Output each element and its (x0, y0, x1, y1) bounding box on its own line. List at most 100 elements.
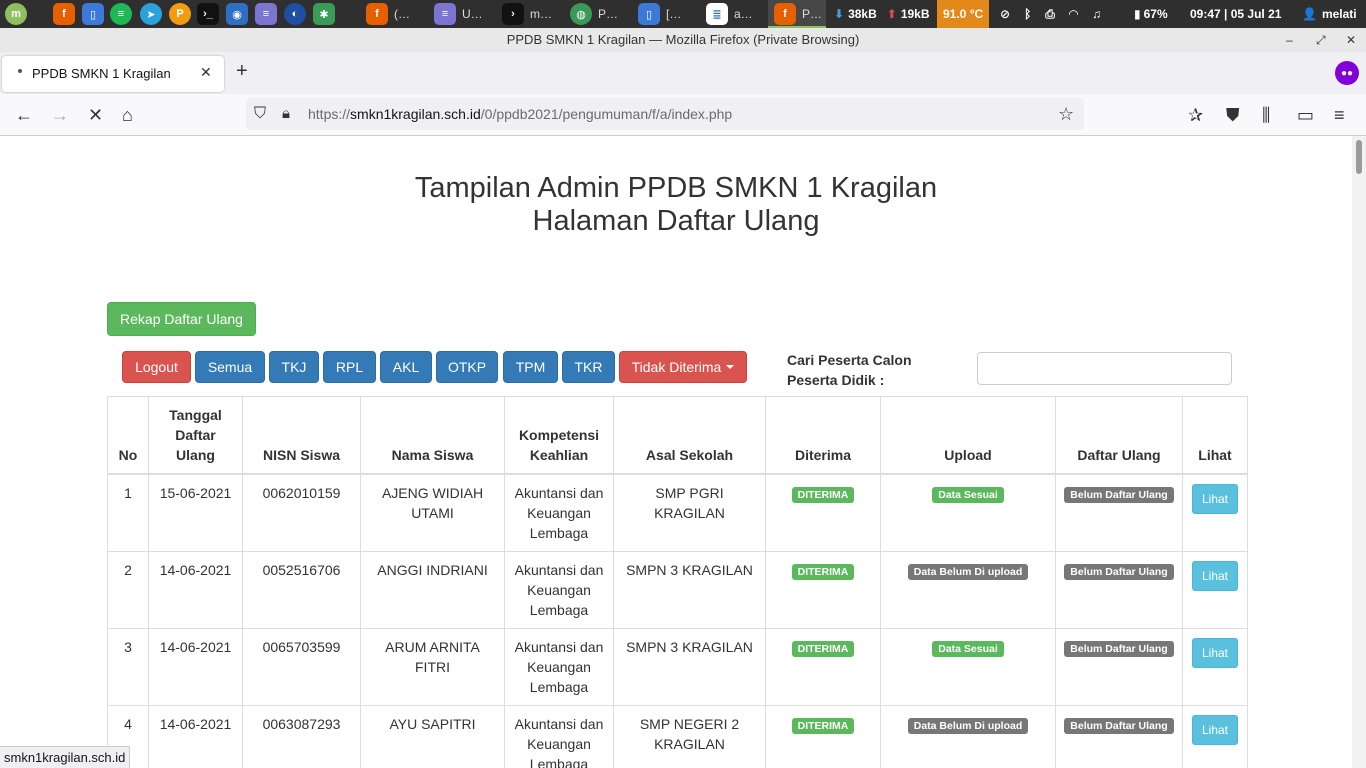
header-daftar-ulang: Daftar Ulang (1055, 396, 1183, 475)
tab-active[interactable]: PPDB SMKN 1 Kragilan ✕ (2, 56, 224, 92)
library-icon[interactable]: ⫼ (1262, 104, 1270, 126)
filter-otkp-button[interactable]: OTKP (436, 351, 498, 383)
battery-indicator[interactable]: ▮ 67% (1134, 0, 1168, 28)
hamburger-menu-icon[interactable]: ≡ (1334, 104, 1345, 126)
lihat-button[interactable]: Lihat (1191, 484, 1239, 514)
table-header-row: No Tanggal Daftar Ulang NISN Siswa Nama … (107, 396, 1248, 475)
taskbar-window-3[interactable]: ◍ P… (564, 0, 630, 28)
lihat-button[interactable]: Lihat (1191, 715, 1239, 745)
home-icon[interactable]: ⌂ (122, 104, 133, 126)
filter-rpl-button[interactable]: RPL (323, 351, 376, 383)
forward-icon[interactable]: → (51, 104, 69, 126)
restore-icon[interactable]: ⤢ (1316, 28, 1326, 52)
url-bar[interactable]: ⛉ 🔒︎ https://smkn1kragilan.sch.id/0/ppdb… (246, 98, 1084, 130)
header-no: No (107, 396, 149, 475)
screenshot-launcher-icon[interactable]: ◉ (226, 3, 248, 25)
terminal-launcher-icon[interactable]: ›_ (197, 3, 219, 25)
text-editor-icon: ≡ (434, 3, 456, 25)
clock-value: 09:47 | 05 Jul 21 (1190, 7, 1282, 21)
lihat-button[interactable]: Lihat (1191, 638, 1239, 668)
cell-lihat: Lihat (1182, 551, 1248, 629)
cell-nama: ARUM ARNITA FITRI (360, 628, 505, 706)
taskbar-window-2[interactable]: › m… (496, 0, 562, 28)
cell-no: 1 (107, 473, 149, 552)
status-bar: smkn1kragilan.sch.id (0, 746, 131, 768)
no-disturb-icon[interactable]: ⊘ (1000, 7, 1010, 21)
os-taskbar: m f ▯ ≡ ➤ P ›_ ◉ ≡ ◐ ✱ f (… ≡ U… › m… ◍ P… ▯… (0, 0, 1366, 28)
files-launcher-icon[interactable]: ▯ (82, 3, 104, 25)
pocket-icon[interactable]: ⛊ (1226, 104, 1240, 126)
taskbar-window-label: a… (734, 7, 753, 21)
printer-icon[interactable]: ⎙ (1045, 7, 1055, 22)
cell-kompetensi: Akuntansi dan Keuangan Lembaga (504, 551, 614, 629)
network-launcher-icon[interactable]: ✱ (313, 3, 335, 25)
filter-akl-button[interactable]: AKL (380, 351, 432, 383)
user-icon: 👤 (1302, 7, 1317, 21)
logout-button[interactable]: Logout (122, 351, 191, 383)
header-tanggal: Tanggal Daftar Ulang (148, 396, 243, 475)
close-tab-icon[interactable]: ✕ (200, 64, 212, 81)
filter-tkj-button[interactable]: TKJ (269, 351, 319, 383)
lihat-button[interactable]: Lihat (1191, 561, 1239, 591)
clock[interactable]: 09:47 | 05 Jul 21 (1190, 0, 1281, 28)
extensions-icon[interactable]: ✰ (1188, 104, 1203, 126)
scrollbar-thumb[interactable] (1356, 140, 1362, 174)
rekap-daftar-ulang-button[interactable]: Rekap Daftar Ulang (107, 302, 256, 336)
filter-tkr-button[interactable]: TKR (562, 351, 615, 383)
back-icon[interactable]: ← (15, 104, 33, 126)
cell-nisn: 0052516706 (242, 551, 361, 629)
tracking-shield-icon[interactable]: ⛉ (254, 103, 266, 125)
sidebar-icon[interactable]: ▭ (1297, 104, 1314, 126)
stop-loading-icon[interactable]: ✕ (88, 104, 103, 126)
upload-status-badge: Data Sesuai (932, 487, 1004, 503)
cell-kompetensi: Akuntansi dan Keuangan Lembaga (504, 705, 614, 768)
taskbar-window-label: m… (530, 7, 552, 21)
telegram-launcher-icon[interactable]: ➤ (140, 3, 162, 25)
cell-lihat: Lihat (1182, 628, 1248, 706)
filter-semua-button[interactable]: Semua (195, 351, 265, 383)
wifi-icon[interactable]: ◠ (1069, 7, 1078, 21)
page-scrollbar[interactable] (1352, 136, 1366, 768)
taskbar-window-5[interactable]: ≣ a… (700, 0, 766, 28)
bookmark-star-icon[interactable]: ☆ (1058, 103, 1074, 125)
diterima-badge: DITERIMA (791, 641, 855, 657)
browser-launcher-icon[interactable]: ◐ (284, 3, 306, 25)
taskbar-window-label: P… (598, 7, 619, 21)
lock-icon[interactable]: 🔒︎ (282, 103, 290, 125)
cell-kompetensi: Akuntansi dan Keuangan Lembaga (504, 628, 614, 706)
upload-status-badge: Data Belum Di upload (907, 718, 1029, 734)
temperature-indicator[interactable]: 91.0 °C (937, 0, 990, 28)
system-tray: ⊘ ᛒ ⎙ ◠ ♫ (1000, 0, 1101, 28)
taskbar-window-label: (… (394, 7, 410, 21)
cell-daftar-ulang: Belum Daftar Ulang (1055, 628, 1183, 706)
minimize-icon[interactable]: – (1286, 28, 1293, 52)
firefox-launcher-icon[interactable]: f (53, 3, 75, 25)
mint-menu-icon[interactable]: m (5, 3, 27, 25)
user-menu[interactable]: 👤 melati (1302, 0, 1357, 28)
taskbar-window-6[interactable]: f P… (768, 0, 826, 28)
close-window-icon[interactable]: ✕ (1346, 28, 1356, 52)
url-host: smkn1kragilan.sch.id (350, 106, 481, 122)
network-speed: ⬇ 38kB ⬆ 19kB (834, 0, 930, 28)
new-tab-icon[interactable]: + (236, 60, 248, 83)
search-input[interactable] (977, 352, 1232, 385)
taskbar-window-1[interactable]: ≡ U… (428, 0, 494, 28)
taskbar-window-4[interactable]: ▯ [… (632, 0, 698, 28)
tidak-diterima-dropdown[interactable]: Tidak Diterima (619, 351, 747, 383)
bluetooth-icon[interactable]: ᛒ (1024, 7, 1031, 21)
filter-tpm-button[interactable]: TPM (503, 351, 558, 383)
taskbar-window-0[interactable]: f (… (360, 0, 426, 28)
notes-launcher-icon[interactable]: ≡ (255, 3, 277, 25)
table-row: 2 14-06-2021 0052516706 ANGGI INDRIANI Akunt… (107, 551, 1248, 629)
spotify-launcher-icon[interactable]: ≡ (110, 3, 132, 25)
firefox-icon: f (366, 3, 388, 25)
taskbar-window-label: U… (462, 7, 483, 21)
pcloud-launcher-icon[interactable]: P (169, 3, 191, 25)
terminal-icon: › (502, 3, 524, 25)
user-name: melati (1321, 7, 1357, 21)
taskbar-window-label: [… (666, 7, 682, 21)
cell-no: 2 (107, 551, 149, 629)
music-icon[interactable]: ♫ (1092, 7, 1101, 21)
page-title: Tampilan Admin PPDB SMKN 1 Kragilan (414, 172, 938, 204)
cell-tanggal: 14-06-2021 (148, 551, 243, 629)
